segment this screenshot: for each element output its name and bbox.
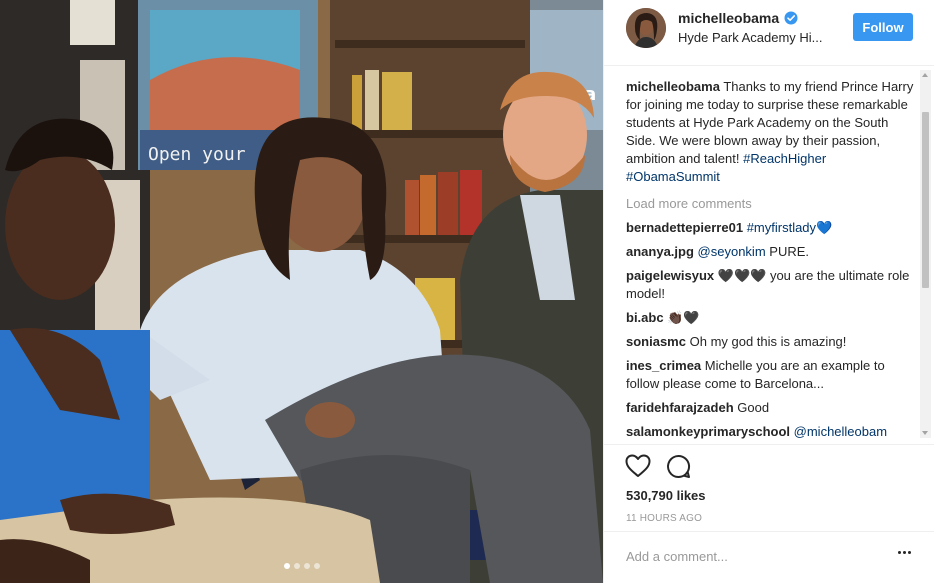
carousel-indicator[interactable]	[284, 563, 320, 569]
comment-item: soniasmc Oh my god this is amazing!	[626, 333, 916, 351]
post-details-panel: michelleobama Hyde Park Academy Hi... Fo…	[603, 0, 934, 583]
comment-text: PURE.	[769, 244, 810, 259]
comment-item: salamonkeyprimaryschool @michelleobam	[626, 423, 916, 441]
post-timestamp[interactable]: 11 HOURS AGO	[626, 513, 702, 524]
comment-item: bi.abc 👏🏿🖤	[626, 309, 916, 327]
likes-count[interactable]: 530,790 likes	[626, 488, 706, 503]
post-photo[interactable]: Open your Rea	[0, 0, 603, 583]
comment-item: ines_crimea Michelle you are an example …	[626, 357, 916, 393]
post-location[interactable]: Hyde Park Academy Hi...	[678, 30, 848, 45]
carousel-dot-active[interactable]	[284, 563, 290, 569]
comment-item: paigelewisyux 🖤🖤🖤 you are the ultimate r…	[626, 267, 916, 303]
post-actions: 530,790 likes 11 HOURS AGO	[604, 444, 934, 544]
add-comment-bar	[604, 531, 934, 583]
photo-wall-sign-text: Open your	[148, 144, 246, 165]
more-dot	[903, 551, 906, 554]
comment-username[interactable]: faridehfarajzadeh	[626, 400, 734, 415]
carousel-dot[interactable]	[304, 563, 310, 569]
photo-illustration: Open your Rea	[0, 0, 603, 583]
add-comment-input[interactable]	[626, 546, 876, 566]
comment-text: Oh my god this is amazing!	[689, 334, 847, 349]
load-more-comments-link[interactable]: Load more comments	[626, 195, 916, 213]
comment-username[interactable]: ananya.jpg	[626, 244, 694, 259]
hashtag-link[interactable]: #ObamaSummit	[626, 169, 720, 184]
scrollbar-thumb[interactable]	[922, 112, 929, 288]
heart-icon[interactable]	[625, 454, 651, 478]
instagram-post-window: Open your Rea	[0, 0, 934, 583]
carousel-dot[interactable]	[294, 563, 300, 569]
mention-link[interactable]: @seyonkim	[698, 244, 766, 259]
username-row: michelleobama	[678, 10, 798, 26]
comment-item: ananya.jpg @seyonkim PURE.	[626, 243, 916, 261]
avatar-image	[626, 8, 666, 48]
comments-list[interactable]: michelleobama Thanks to my friend Prince…	[626, 78, 916, 443]
comment-username[interactable]: bi.abc	[626, 310, 664, 325]
comment-emoji: 💙	[816, 220, 833, 235]
comment-username[interactable]: bernadettepierre01	[626, 220, 743, 235]
scroll-up-arrow-icon[interactable]	[922, 73, 928, 77]
comment-username[interactable]: paigelewisyux	[626, 268, 714, 283]
comment-bubble-icon[interactable]	[666, 454, 691, 479]
comment-username[interactable]: salamonkeyprimaryschool	[626, 424, 790, 439]
hashtag-link[interactable]: #myfirstlady	[747, 220, 816, 235]
comment-text: 👏🏿🖤	[667, 310, 700, 325]
comment-item: faridehfarajzadeh Good	[626, 399, 916, 417]
caption-username[interactable]: michelleobama	[626, 79, 720, 94]
more-dot	[898, 551, 901, 554]
avatar[interactable]	[626, 8, 666, 48]
post-caption: michelleobama Thanks to my friend Prince…	[626, 78, 916, 186]
comment-item: bernadettepierre01 #myfirstlady💙	[626, 219, 916, 237]
hashtag-link[interactable]: #ReachHigher	[743, 151, 826, 166]
post-username[interactable]: michelleobama	[678, 10, 779, 26]
comment-text: Good	[737, 400, 770, 415]
post-header: michelleobama Hyde Park Academy Hi... Fo…	[604, 0, 934, 66]
carousel-dot[interactable]	[314, 563, 320, 569]
verified-badge-icon	[784, 11, 798, 25]
scroll-down-arrow-icon[interactable]	[922, 431, 928, 435]
mention-link[interactable]: @michelleobam	[794, 424, 887, 439]
more-dot	[908, 551, 911, 554]
comment-username[interactable]: ines_crimea	[626, 358, 701, 373]
comments-scrollbar[interactable]	[920, 70, 931, 438]
follow-button[interactable]: Follow	[853, 13, 913, 41]
more-options-icon[interactable]	[898, 551, 911, 554]
comment-username[interactable]: soniasmc	[626, 334, 686, 349]
